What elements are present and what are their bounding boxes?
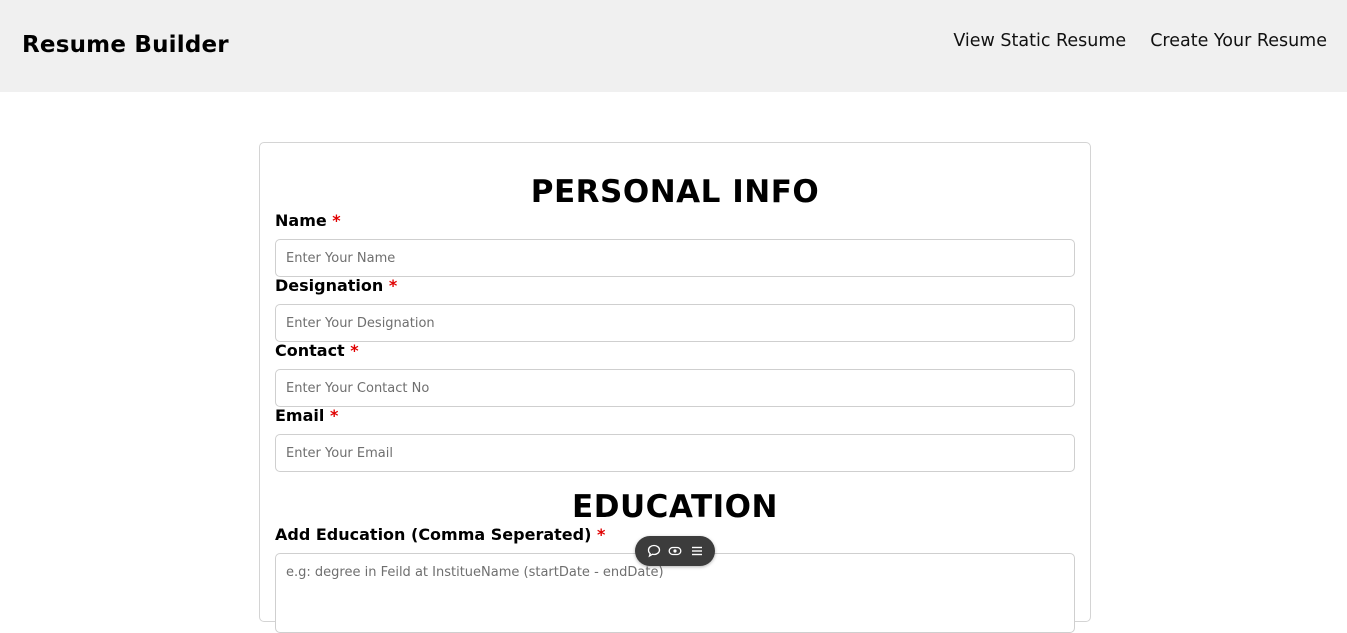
required-mark: *	[332, 211, 341, 230]
contact-label: Contact *	[275, 341, 359, 361]
floating-toolbar	[635, 536, 715, 566]
required-mark: *	[329, 406, 339, 425]
education-label: Add Education (Comma Seperated) *	[275, 525, 605, 545]
eye-icon-svg	[668, 546, 682, 556]
contact-input[interactable]	[275, 369, 1075, 407]
designation-input[interactable]	[275, 304, 1075, 342]
email-label: Email *	[275, 406, 338, 426]
required-mark: *	[596, 525, 606, 544]
comment-icon[interactable]	[645, 542, 663, 560]
email-label-text: Email	[275, 406, 325, 425]
nav-links: View Static Resume Create Your Resume	[953, 29, 1327, 53]
top-navbar: Resume Builder View Static Resume Create…	[0, 0, 1347, 92]
name-input[interactable]	[275, 239, 1075, 277]
name-label-text: Name	[275, 211, 327, 230]
required-mark: *	[388, 276, 398, 295]
brand-title[interactable]: Resume Builder	[22, 31, 229, 59]
menu-icon-svg	[691, 546, 702, 556]
name-label: Name *	[275, 211, 341, 231]
eye-icon[interactable]	[666, 542, 684, 560]
contact-label-text: Contact	[275, 341, 345, 360]
email-input[interactable]	[275, 434, 1075, 472]
education-heading: EDUCATION	[572, 489, 778, 525]
comment-icon-svg	[647, 544, 660, 558]
designation-label: Designation *	[275, 276, 397, 296]
menu-icon[interactable]	[688, 542, 706, 560]
nav-view-static-resume-link[interactable]: View Static Resume	[953, 29, 1126, 53]
personal-info-heading: PERSONAL INFO	[530, 174, 820, 210]
education-label-text: Add Education (Comma Seperated)	[275, 525, 592, 544]
nav-create-resume-link[interactable]: Create Your Resume	[1150, 29, 1327, 53]
designation-label-text: Designation	[275, 276, 384, 295]
required-mark: *	[350, 341, 359, 360]
